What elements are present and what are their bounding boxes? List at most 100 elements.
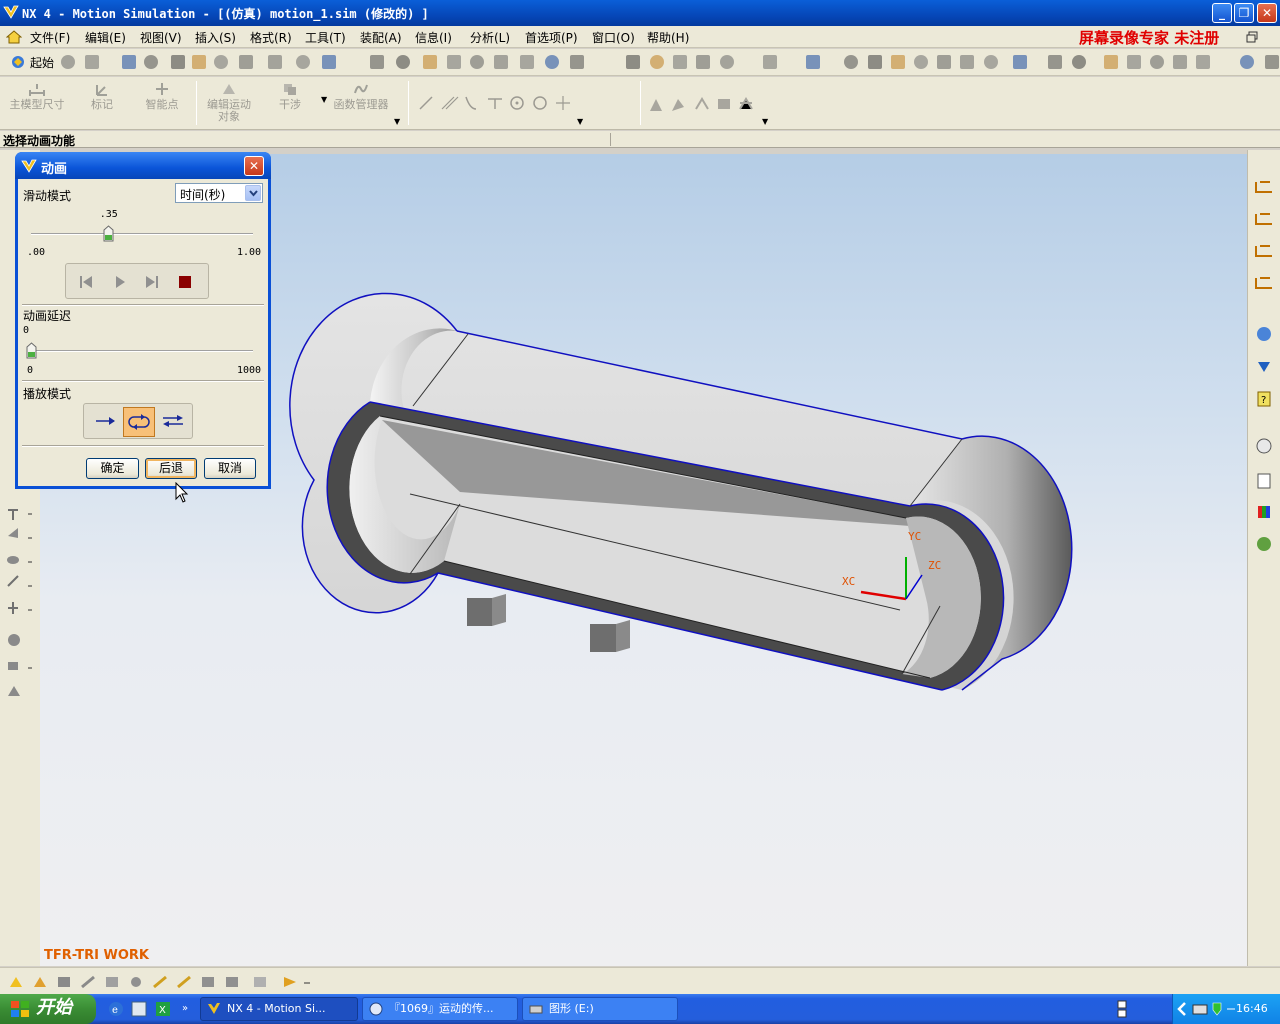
toolbar-tool-icon[interactable]: [268, 55, 282, 69]
marker-tool[interactable]: 标记: [78, 81, 126, 111]
quick-launch-icons[interactable]: e X »: [108, 1001, 194, 1017]
menu-assembly[interactable]: 装配(A): [360, 29, 402, 46]
toolbar-tool-icon[interactable]: [545, 55, 559, 69]
menu-analysis[interactable]: 分析(L): [470, 29, 510, 46]
play-once-icon[interactable]: [95, 414, 117, 428]
toolbar-tool-icon[interactable]: [1265, 55, 1279, 69]
toolbar-tool-icon[interactable]: [1173, 55, 1187, 69]
menu-info[interactable]: 信息(I): [415, 29, 452, 46]
toolbar-tool-icon[interactable]: [1196, 55, 1210, 69]
toolbar-tool-icon[interactable]: [984, 55, 998, 69]
start-button[interactable]: 开始: [0, 994, 96, 1024]
toolbar-tool-icon[interactable]: [144, 55, 158, 69]
toolbar-tool-icon[interactable]: [1104, 55, 1118, 69]
menu-preferences[interactable]: 首选项(P): [525, 29, 578, 46]
toolbar-tool-icon[interactable]: [763, 55, 777, 69]
back-button[interactable]: 后退: [145, 458, 197, 479]
menu-view[interactable]: 视图(V): [140, 29, 182, 46]
dropdown-arrow-icon[interactable]: ▼: [394, 117, 400, 126]
toolbar-tool-icon[interactable]: [494, 55, 508, 69]
toolbar-tool-icon[interactable]: [192, 55, 206, 69]
step-back-icon[interactable]: [78, 274, 94, 290]
toolbar-tool-icon[interactable]: [1048, 55, 1062, 69]
home-icon[interactable]: [6, 29, 22, 45]
stop-icon[interactable]: [178, 275, 192, 289]
delay-slider-track[interactable]: [31, 350, 253, 352]
toolbar-tool-icon[interactable]: [1150, 55, 1164, 69]
analysis-tools-strip[interactable]: [648, 95, 760, 113]
toolbar-tool-icon[interactable]: [239, 55, 253, 69]
chevron-down-icon[interactable]: [245, 185, 261, 201]
edit-motion-object-tool[interactable]: 编辑运动对象: [202, 81, 256, 123]
toolbar-tool-icon[interactable]: [1072, 55, 1086, 69]
toolbar-tool-icon[interactable]: [470, 55, 484, 69]
dropdown-arrow-icon[interactable]: ▼: [577, 117, 583, 126]
network-icon[interactable]: [1115, 999, 1129, 1019]
play-loop-button[interactable]: [123, 407, 155, 437]
time-slider-thumb[interactable]: [103, 225, 114, 242]
dialog-close-button[interactable]: ✕: [244, 156, 264, 176]
toolbar-tool-icon[interactable]: [937, 55, 951, 69]
play-icon[interactable]: [112, 274, 128, 290]
toolbar-tool-icon[interactable]: [370, 55, 384, 69]
toolbar-tool-icon[interactable]: [570, 55, 584, 69]
time-slider-track[interactable]: [31, 233, 253, 235]
toolbar-tool-icon[interactable]: [61, 55, 75, 69]
toolbar-tool-icon[interactable]: [720, 55, 734, 69]
toolbar-tool-icon[interactable]: [650, 55, 664, 69]
task-browser[interactable]: 『1069』运动的传...: [362, 997, 518, 1021]
menu-window[interactable]: 窗口(O): [592, 29, 635, 46]
task-explorer[interactable]: 图形 (E:): [522, 997, 678, 1021]
close-button[interactable]: ✕: [1257, 3, 1277, 23]
start-icon[interactable]: [10, 54, 26, 70]
toolbar-tool-icon[interactable]: [891, 55, 905, 69]
toolbar-tool-icon[interactable]: [806, 55, 820, 69]
toolbar-tool-icon[interactable]: [844, 55, 858, 69]
menu-help[interactable]: 帮助(H): [647, 29, 689, 46]
ok-button[interactable]: 确定: [86, 458, 139, 479]
function-manager-tool[interactable]: 函数管理器: [332, 81, 390, 111]
toolbar-tool-icon[interactable]: [447, 55, 461, 69]
toolbar-tool-icon[interactable]: [960, 55, 974, 69]
toolbar-tool-icon[interactable]: [696, 55, 710, 69]
resource-bar-icons[interactable]: ?: [1254, 176, 1274, 556]
minimize-button[interactable]: _: [1212, 3, 1232, 23]
toolbar-tool-icon[interactable]: [1013, 55, 1027, 69]
toolbar-tool-icon[interactable]: [673, 55, 687, 69]
toolbar-tool-icon[interactable]: [171, 55, 185, 69]
bottom-tool-icons[interactable]: [8, 973, 318, 991]
toolbar-tool-icon[interactable]: [296, 55, 310, 69]
curve-tools-strip[interactable]: [416, 93, 576, 113]
play-bounce-icon[interactable]: [161, 413, 185, 429]
interference-tool[interactable]: 干涉: [268, 81, 312, 111]
toolbar-tool-icon[interactable]: [626, 55, 640, 69]
toolbar-tool-icon[interactable]: [122, 55, 136, 69]
cancel-button[interactable]: 取消: [204, 458, 256, 479]
dialog-titlebar[interactable]: 动画 ✕: [15, 152, 271, 179]
restore-child-icon[interactable]: [1246, 31, 1258, 43]
toolbar-tool-icon[interactable]: [423, 55, 437, 69]
dropdown-arrow-icon[interactable]: ▼: [321, 95, 327, 104]
toolbar-tool-icon[interactable]: [1240, 55, 1254, 69]
tray-icons[interactable]: [1177, 1001, 1237, 1017]
menu-format[interactable]: 格式(R): [250, 29, 292, 46]
task-nx[interactable]: NX 4 - Motion Si...: [200, 997, 358, 1021]
toolbar-tool-icon[interactable]: [396, 55, 410, 69]
toolbar-tool-icon[interactable]: [914, 55, 928, 69]
menu-tools[interactable]: 工具(T): [305, 29, 346, 46]
toolbar-tool-icon[interactable]: [322, 55, 336, 69]
menu-file[interactable]: 文件(F): [30, 29, 70, 46]
toolbar-tool-icon[interactable]: [85, 55, 99, 69]
slide-mode-select[interactable]: 时间(秒): [175, 183, 263, 203]
maximize-button[interactable]: ❐: [1234, 3, 1254, 23]
smart-point-tool[interactable]: 智能点: [138, 81, 186, 111]
dropdown-arrow-icon[interactable]: ▼: [762, 117, 768, 126]
start-menu-button[interactable]: 起始: [30, 54, 54, 71]
master-model-dimension-tool[interactable]: 主模型尺寸: [8, 81, 66, 111]
left-tool-icons[interactable]: [4, 506, 36, 696]
toolbar-tool-icon[interactable]: [520, 55, 534, 69]
nx-app-icon[interactable]: [3, 4, 19, 20]
toolbar-tool-icon[interactable]: [1127, 55, 1141, 69]
step-forward-icon[interactable]: [144, 274, 160, 290]
menu-edit[interactable]: 编辑(E): [85, 29, 126, 46]
